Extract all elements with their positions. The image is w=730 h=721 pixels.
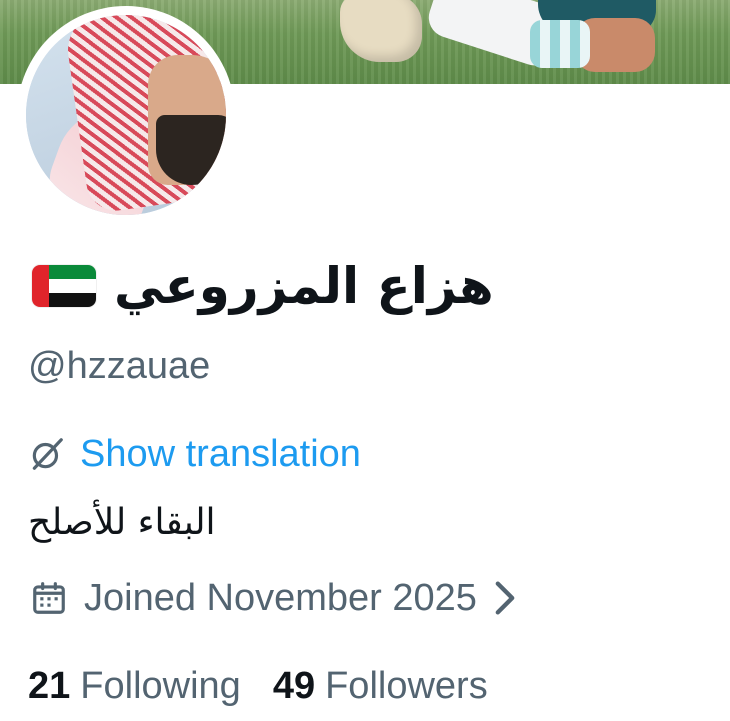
- following-label: Following: [80, 665, 241, 707]
- display-name: هزاع المزروعي: [114, 257, 494, 315]
- banner-sock: [530, 20, 590, 68]
- profile-handle: @hzzauae: [28, 345, 211, 387]
- follow-stats: 21 Following 49 Followers: [28, 662, 488, 710]
- joined-label: Joined November 2025: [84, 577, 477, 619]
- uae-flag-icon: [32, 265, 96, 307]
- translate-icon: [32, 438, 63, 470]
- show-translation-label: Show translation: [80, 433, 361, 475]
- followers-link[interactable]: 49 Followers: [273, 662, 488, 710]
- show-translation-button[interactable]: Show translation: [28, 430, 361, 478]
- following-link[interactable]: 21 Following: [28, 662, 241, 710]
- joined-date[interactable]: Joined November 2025: [30, 574, 517, 622]
- avatar[interactable]: [26, 15, 226, 215]
- following-count: 21: [28, 665, 71, 707]
- chevron-right-icon: [495, 581, 515, 615]
- followers-label: Followers: [325, 665, 488, 707]
- calendar-icon: [33, 582, 65, 614]
- profile-bio: البقاء للأصلح: [28, 502, 216, 543]
- avatar-border: [17, 6, 235, 224]
- avatar-beard: [156, 115, 226, 185]
- followers-count: 49: [272, 665, 316, 707]
- name-row: هزاع المزروعي: [32, 248, 494, 324]
